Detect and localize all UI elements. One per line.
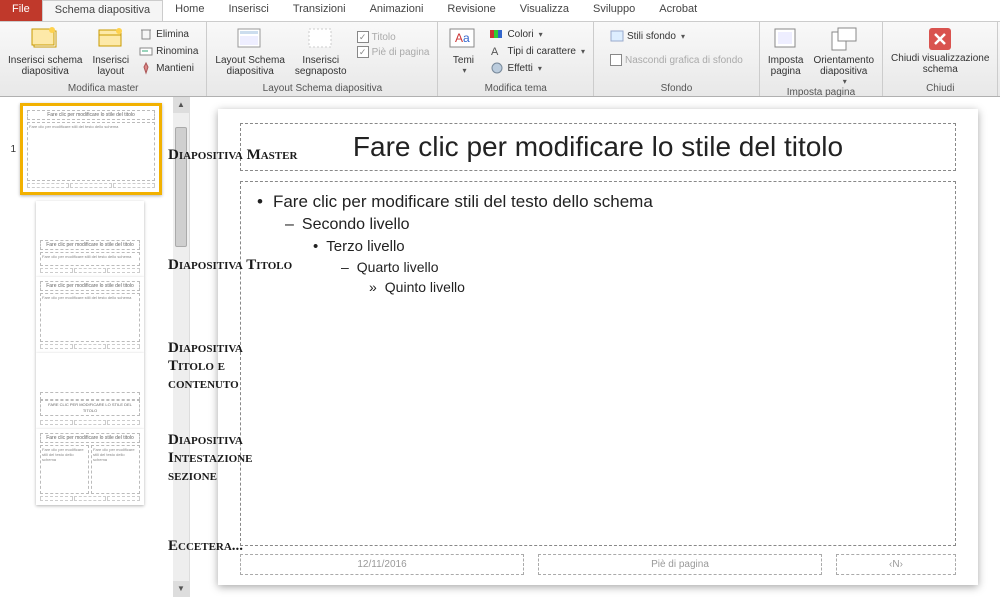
insert-slide-master-button[interactable]: Inserisci schema diapositiva [4, 24, 86, 77]
tab-slide-master[interactable]: Schema diapositiva [42, 0, 163, 21]
fonts-icon: A [490, 44, 504, 58]
background-styles-button[interactable]: Stili sfondo [606, 28, 747, 44]
fonts-button[interactable]: ATipi di carattere [486, 43, 589, 59]
group-modifica-master: Inserisci schema diapositiva Inserisci l… [0, 22, 207, 96]
scroll-down-button[interactable]: ▼ [173, 581, 189, 597]
checkbox-icon: ✓ [357, 31, 369, 43]
svg-text:a: a [463, 31, 470, 45]
orientation-button[interactable]: Orientamento diapositiva [809, 24, 878, 86]
pin-icon [139, 61, 153, 75]
tab-acrobat[interactable]: Acrobat [647, 0, 709, 21]
master-layout-button[interactable]: Layout Schema diapositiva [211, 24, 289, 77]
close-master-view-button[interactable]: Chiudi visualizzazione schema [887, 24, 993, 75]
layout-icon [96, 26, 126, 54]
tab-animations[interactable]: Animazioni [358, 0, 436, 21]
text-level-1: Fare clic per modificare stili del testo… [257, 192, 939, 212]
text-level-5: Quinto livello [369, 279, 939, 295]
effects-icon [490, 61, 504, 75]
thumbnail-layout-section[interactable]: FARE CLIC PER MODIFICARE LO STILE DEL TI… [36, 353, 144, 429]
checkbox-icon: ✓ [357, 46, 369, 58]
bg-styles-icon [610, 29, 624, 43]
body-placeholder[interactable]: Fare clic per modificare stili del testo… [240, 181, 956, 546]
tab-transitions[interactable]: Transizioni [281, 0, 358, 21]
insert-placeholder-button[interactable]: Inserisci segnaposto [291, 24, 351, 77]
tab-review[interactable]: Revisione [435, 0, 507, 21]
text-level-4: Quarto livello [341, 259, 939, 275]
footer-placeholder[interactable]: Piè di pagina [538, 554, 822, 575]
group-page-setup: Imposta pagina Orientamento diapositiva … [760, 22, 883, 96]
colors-icon [490, 27, 504, 41]
group-theme: Aa Temi Colori ATipi di carattere Effett… [438, 22, 594, 96]
group-label: Layout Schema diapositiva [211, 82, 433, 96]
themes-button[interactable]: Aa Temi [442, 24, 484, 75]
master-layout-icon [235, 26, 265, 54]
page-setup-icon [771, 26, 801, 54]
preserve-button[interactable]: Mantieni [135, 60, 202, 76]
text-level-2: Secondo livello [285, 216, 939, 234]
tab-home[interactable]: Home [163, 0, 216, 21]
rename-icon [139, 44, 153, 58]
svg-text:A: A [455, 31, 463, 45]
slide-canvas: Fare clic per modificare lo stile del ti… [190, 97, 1000, 597]
close-icon [926, 26, 954, 52]
group-background: Stili sfondo Nascondi grafica di sfondo … [594, 22, 760, 96]
delete-icon [139, 27, 153, 41]
rename-button[interactable]: Rinomina [135, 43, 202, 59]
effects-button[interactable]: Effetti [486, 60, 589, 76]
slide-number-placeholder[interactable]: ‹N› [836, 554, 956, 575]
insert-layout-button[interactable]: Inserisci layout [88, 24, 133, 77]
svg-text:A: A [491, 46, 499, 58]
title-checkbox[interactable]: ✓Titolo [353, 30, 434, 44]
scroll-thumb[interactable] [175, 127, 187, 247]
thumbnails-scrollbar[interactable]: ▲ ▼ [173, 97, 189, 597]
group-close: Chiudi visualizzazione schema Chiudi [883, 22, 998, 96]
colors-button[interactable]: Colori [486, 26, 589, 42]
group-label: Chiudi [887, 82, 993, 96]
hide-bg-checkbox[interactable]: Nascondi grafica di sfondo [606, 53, 747, 67]
text-level-3: Terzo livello [313, 238, 939, 255]
group-layout: Layout Schema diapositiva Inserisci segn… [207, 22, 438, 96]
date-placeholder[interactable]: 12/11/2016 [240, 554, 524, 575]
thumbnail-master[interactable]: Fare clic per modificare lo stile del ti… [20, 103, 162, 195]
thumbnail-layout-two-content[interactable]: Fare clic per modificare lo stile del ti… [36, 429, 144, 505]
scroll-up-button[interactable]: ▲ [173, 97, 189, 113]
tab-developer[interactable]: Sviluppo [581, 0, 647, 21]
group-label: Modifica master [4, 82, 202, 96]
group-label: Modifica tema [442, 82, 589, 96]
tab-file[interactable]: File [0, 0, 42, 21]
checkbox-icon [610, 54, 622, 66]
delete-button[interactable]: Elimina [135, 26, 202, 42]
page-setup-button[interactable]: Imposta pagina [764, 24, 808, 77]
slide-thumbnails-pane: 1 Fare clic per modificare lo stile del … [0, 97, 190, 597]
orientation-icon [829, 26, 859, 54]
tab-view[interactable]: Visualizza [508, 0, 581, 21]
group-label: Sfondo [598, 82, 755, 96]
ribbon-tabs: File Schema diapositiva Home Inserisci T… [0, 0, 1000, 22]
tab-insert[interactable]: Inserisci [216, 0, 280, 21]
thumbnail-layout-content[interactable]: Fare clic per modificare lo stile del ti… [36, 277, 144, 353]
master-number: 1 [6, 144, 16, 155]
thumbnail-layout-title[interactable]: Fare clic per modificare lo stile del ti… [36, 201, 144, 277]
title-placeholder[interactable]: Fare clic per modificare lo stile del ti… [240, 123, 956, 171]
ribbon: Inserisci schema diapositiva Inserisci l… [0, 22, 1000, 97]
workspace: 1 Fare clic per modificare lo stile del … [0, 97, 1000, 597]
themes-icon: Aa [448, 26, 478, 54]
slide-master-icon [30, 26, 60, 54]
slide-master-preview[interactable]: Fare clic per modificare lo stile del ti… [218, 109, 978, 585]
placeholder-icon [306, 26, 336, 54]
footer-checkbox[interactable]: ✓Piè di pagina [353, 45, 434, 59]
